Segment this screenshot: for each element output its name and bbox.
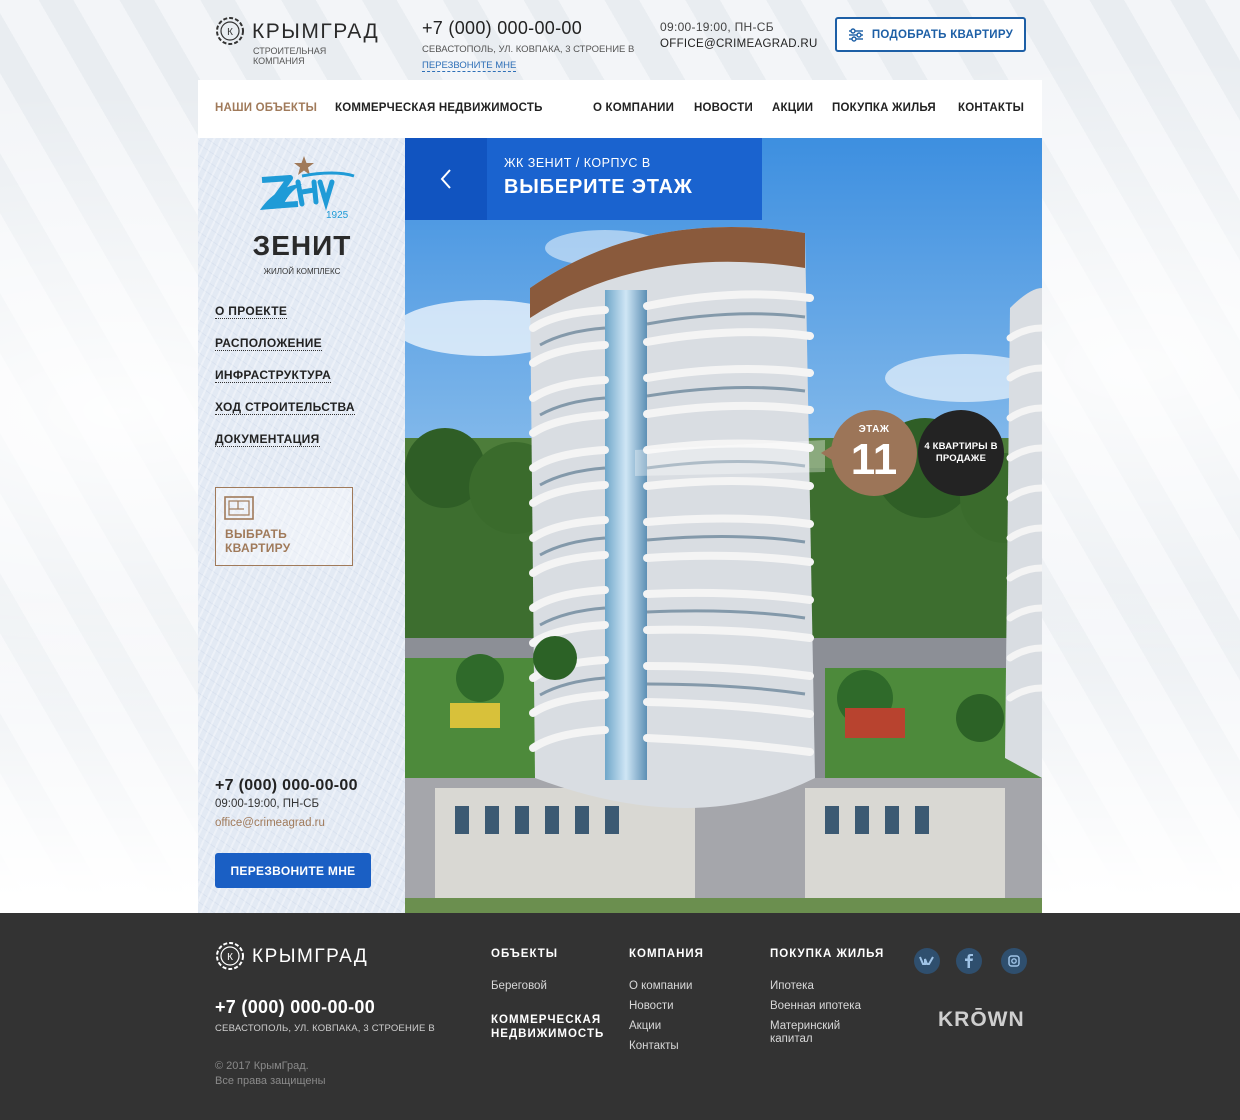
header-contact: +7 (000) 000-00-00 СЕВАСТОПОЛЬ, УЛ. КОВП… [422, 18, 634, 73]
header-address: СЕВАСТОПОЛЬ, УЛ. КОВПАКА, 3 СТРОЕНИЕ В [422, 44, 635, 55]
flats-on-sale-badge[interactable]: 4 КВАРТИРЫ В ПРОДАЖЕ [918, 410, 1004, 496]
project-menu-infrastructure[interactable]: ИНФРАСТРУКТУРА [215, 368, 332, 383]
sidebar-email[interactable]: office@crimeagrad.ru [215, 817, 325, 829]
project-menu: О ПРОЕКТЕ РАСПОЛОЖЕНИЕ ИНФРАСТРУКТУРА ХО… [215, 304, 355, 464]
vk-icon[interactable] [914, 948, 940, 974]
pick-apartment-label: ПОДОБРАТЬ КВАРТИРУ [871, 28, 1014, 41]
page-title: ВЫБЕРИТЕ ЭТАЖ [504, 176, 693, 198]
zenit-emblem: 1925 [260, 156, 355, 221]
footer-address: СЕВАСТОПОЛЬ, УЛ. КОВПАКА, 3 СТРОЕНИЕ В [215, 1023, 435, 1034]
nav-item-news[interactable]: НОВОСТИ [694, 102, 753, 114]
nav-item-commercial[interactable]: КОММЕРЧЕСКАЯ НЕДВИЖИМОСТЬ [335, 102, 543, 114]
footer-link-contacts[interactable]: Контакты [629, 1040, 704, 1053]
header-hours: 09:00-19:00, ПН-СБ [660, 20, 774, 34]
footer-col-company: КОМПАНИЯ О компании Новости Акции Контак… [629, 948, 704, 1060]
svg-text:1925: 1925 [326, 210, 349, 221]
footer-col-buying: ПОКУПКА ЖИЛЬЯ Ипотека Военная ипотека Ма… [770, 948, 884, 1053]
svg-text:К: К [227, 952, 233, 963]
header-callback-link[interactable]: ПЕРЕЗВОНИТЕ МНЕ [422, 60, 517, 72]
developer-logo[interactable]: KRŌWN [938, 1008, 1025, 1032]
facebook-icon[interactable] [956, 948, 982, 974]
footer-link-mortgage[interactable]: Ипотека [770, 980, 884, 993]
header-hours-block: 09:00-19:00, ПН-СБ OFFICE@CRIMEAGRAD.RU [660, 20, 818, 50]
footer-link-maternity-capital[interactable]: Материнский капитал [770, 1020, 860, 1046]
footer-col-commercial-title[interactable]: КОММЕРЧЕСКАЯ НЕДВИЖИМОСТЬ [491, 1013, 611, 1041]
choose-apartment-label: ВЫБРАТЬ КВАРТИРУ [225, 527, 291, 555]
footer-link-military-mortgage[interactable]: Военная ипотека [770, 1000, 884, 1013]
brand-logo[interactable]: К КРЫМГРАД СТРОИТЕЛЬНАЯ КОМПАНИЯ [215, 16, 378, 66]
footer-brand-name: КРЫМГРАД [252, 946, 369, 967]
back-button[interactable] [405, 138, 487, 220]
project-logo[interactable]: 1925 ЗЕНИТ ЖИЛОЙ КОМПЛЕКС [242, 154, 362, 278]
footer-col-company-title[interactable]: КОМПАНИЯ [629, 948, 704, 960]
nav-item-promotions[interactable]: АКЦИИ [772, 102, 813, 114]
header-email[interactable]: OFFICE@CRIMEAGRAD.RU [660, 38, 818, 50]
project-menu-construction[interactable]: ХОД СТРОИТЕЛЬСТВА [215, 400, 355, 415]
main-nav: НАШИ ОБЪЕКТЫ КОММЕРЧЕСКАЯ НЕДВИЖИМОСТЬ О… [198, 80, 1042, 138]
rights-text: Все права защищены [215, 1075, 326, 1087]
footer-link-news[interactable]: Новости [629, 1000, 704, 1013]
hero-title-block: ЖК ЗЕНИТ / КОРПУС В ВЫБЕРИТЕ ЭТАЖ [405, 138, 762, 220]
footer-phone[interactable]: +7 (000) 000-00-00 [215, 997, 375, 1018]
project-subtitle: ЖИЛОЙ КОМПЛЕКС [263, 267, 341, 276]
footer-copyright: © 2017 КрымГрад. Все права защищены [215, 1059, 325, 1089]
pick-apartment-button[interactable]: ПОДОБРАТЬ КВАРТИРУ [835, 17, 1026, 52]
floor-selector-hero: ЖК ЗЕНИТ / КОРПУС В ВЫБЕРИТЕ ЭТАЖ ЭТАЖ 1… [405, 138, 1042, 913]
site-footer: К КРЫМГРАД +7 (000) 000-00-00 СЕВАСТОПОЛ… [0, 913, 1240, 1120]
footer-col-objects: ОБЪЕКТЫ Береговой КОММЕРЧЕСКАЯ НЕДВИЖИМО… [491, 948, 611, 1041]
floor-label: ЭТАЖ [858, 424, 890, 435]
project-name: ЗЕНИТ [252, 230, 352, 261]
footer-logo[interactable]: К КРЫМГРАД [215, 941, 375, 973]
footer-col-buying-title[interactable]: ПОКУПКА ЖИЛЬЯ [770, 948, 884, 960]
floorplan-icon [224, 496, 254, 520]
footer-link-promotions[interactable]: Акции [629, 1020, 704, 1033]
chevron-left-icon [440, 169, 451, 189]
nav-item-buying[interactable]: ПОКУПКА ЖИЛЬЯ [832, 102, 936, 114]
nav-item-about[interactable]: О КОМПАНИИ [593, 102, 674, 114]
instagram-icon[interactable] [1001, 948, 1027, 974]
nav-item-objects[interactable]: НАШИ ОБЪЕКТЫ [215, 102, 317, 114]
project-menu-location[interactable]: РАСПОЛОЖЕНИЕ [215, 336, 322, 351]
sidebar-phone[interactable]: +7 (000) 000-00-00 [215, 777, 358, 795]
footer-link-beregovoy[interactable]: Береговой [491, 980, 611, 993]
building-render[interactable] [405, 138, 1042, 913]
floor-badge[interactable]: ЭТАЖ 11 [821, 410, 917, 496]
brand-logo-mark: К [216, 17, 244, 45]
sliders-icon [848, 27, 863, 42]
header-phone[interactable]: +7 (000) 000-00-00 [422, 18, 634, 39]
footer-link-about[interactable]: О компании [629, 980, 704, 993]
footer-logo-mark: К [216, 942, 244, 970]
brand-tagline: СТРОИТЕЛЬНАЯ КОМПАНИЯ [253, 46, 327, 66]
brand-name: КРЫМГРАД [252, 20, 380, 43]
svg-text:К: К [227, 27, 233, 38]
floor-number: 11 [850, 435, 898, 484]
nav-item-contacts[interactable]: КОНТАКТЫ [958, 102, 1024, 114]
sidebar-hours: 09:00-19:00, ПН-СБ [215, 798, 320, 810]
project-menu-documents[interactable]: ДОКУМЕНТАЦИЯ [215, 432, 320, 447]
project-menu-about[interactable]: О ПРОЕКТЕ [215, 304, 288, 319]
site-header: К КРЫМГРАД СТРОИТЕЛЬНАЯ КОМПАНИЯ +7 (000… [198, 0, 1042, 80]
breadcrumb[interactable]: ЖК ЗЕНИТ / КОРПУС В [504, 156, 651, 170]
footer-col-objects-title[interactable]: ОБЪЕКТЫ [491, 948, 611, 960]
callback-button[interactable]: ПЕРЕЗВОНИТЕ МНЕ [215, 853, 371, 888]
choose-apartment-button[interactable]: ВЫБРАТЬ КВАРТИРУ [215, 487, 353, 566]
project-sidebar: 1925 ЗЕНИТ ЖИЛОЙ КОМПЛЕКС О ПРОЕКТЕ РАСП… [198, 138, 405, 913]
copyright-text: © 2017 КрымГрад. [215, 1060, 309, 1072]
